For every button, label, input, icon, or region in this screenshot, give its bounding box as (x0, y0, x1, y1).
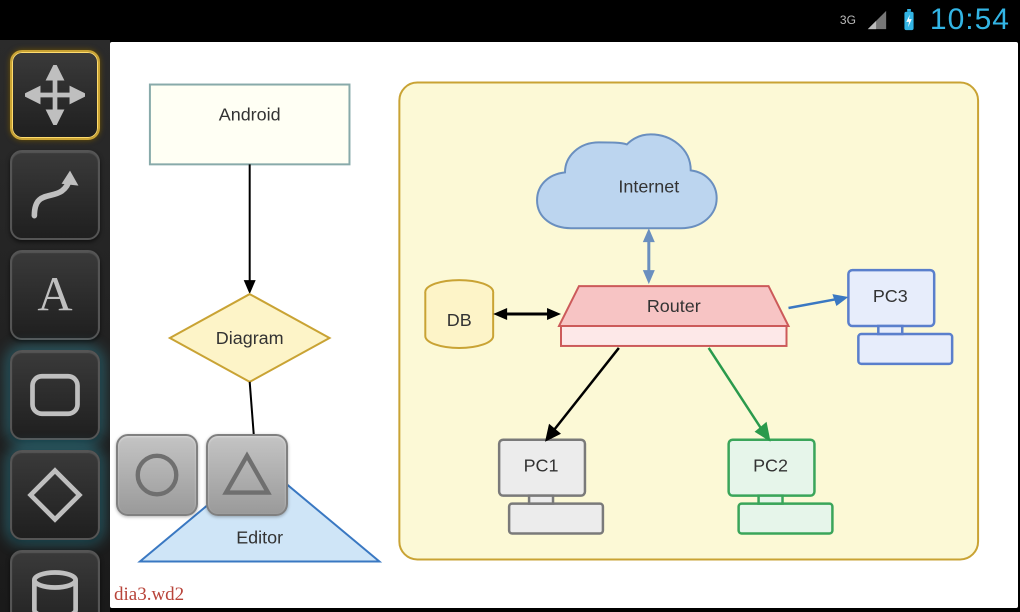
tool-move-button[interactable] (10, 50, 100, 140)
triangle-icon (219, 447, 275, 503)
screen: 3G 10:54 (0, 0, 1020, 612)
tool-cylinder-button[interactable] (10, 550, 100, 612)
clock: 10:54 (930, 3, 1010, 37)
app-window: A (0, 40, 1020, 612)
signal-icon (866, 9, 888, 31)
text-icon: A (25, 265, 85, 325)
curve-arrow-icon (25, 165, 85, 225)
diagram-svg: Android Diagram Editor Internet (110, 42, 1018, 608)
tool-diamond-button[interactable] (10, 450, 100, 540)
toolbar: A (0, 40, 112, 612)
tool-text-button[interactable]: A (10, 250, 100, 340)
label-internet: Internet (618, 176, 679, 196)
canvas-triangle-button[interactable] (206, 434, 288, 516)
battery-charging-icon (898, 9, 920, 31)
label-android: Android (219, 104, 281, 124)
label-diagram: Diagram (216, 328, 284, 348)
svg-text:A: A (37, 267, 72, 321)
diamond-icon (25, 465, 85, 525)
label-db: DB (447, 310, 472, 330)
network-3g-icon: 3G (840, 14, 856, 26)
label-pc1: PC1 (524, 456, 559, 476)
label-editor: Editor (236, 528, 283, 548)
circle-icon (129, 447, 185, 503)
filename-label: dia3.wd2 (114, 584, 184, 606)
node-db[interactable]: DB (425, 280, 493, 348)
canvas[interactable]: Android Diagram Editor Internet (110, 42, 1018, 608)
cylinder-icon (25, 565, 85, 612)
label-pc2: PC2 (753, 456, 788, 476)
node-router[interactable]: Router (559, 286, 788, 346)
tool-rect-button[interactable] (10, 350, 100, 440)
label-pc3: PC3 (873, 286, 908, 306)
tool-curve-button[interactable] (10, 150, 100, 240)
move-icon (25, 65, 85, 125)
rectangle-icon (25, 365, 85, 425)
status-bar: 3G 10:54 (0, 0, 1020, 40)
label-router: Router (647, 296, 701, 316)
canvas-circle-button[interactable] (116, 434, 198, 516)
canvas-floating-buttons (116, 434, 288, 516)
